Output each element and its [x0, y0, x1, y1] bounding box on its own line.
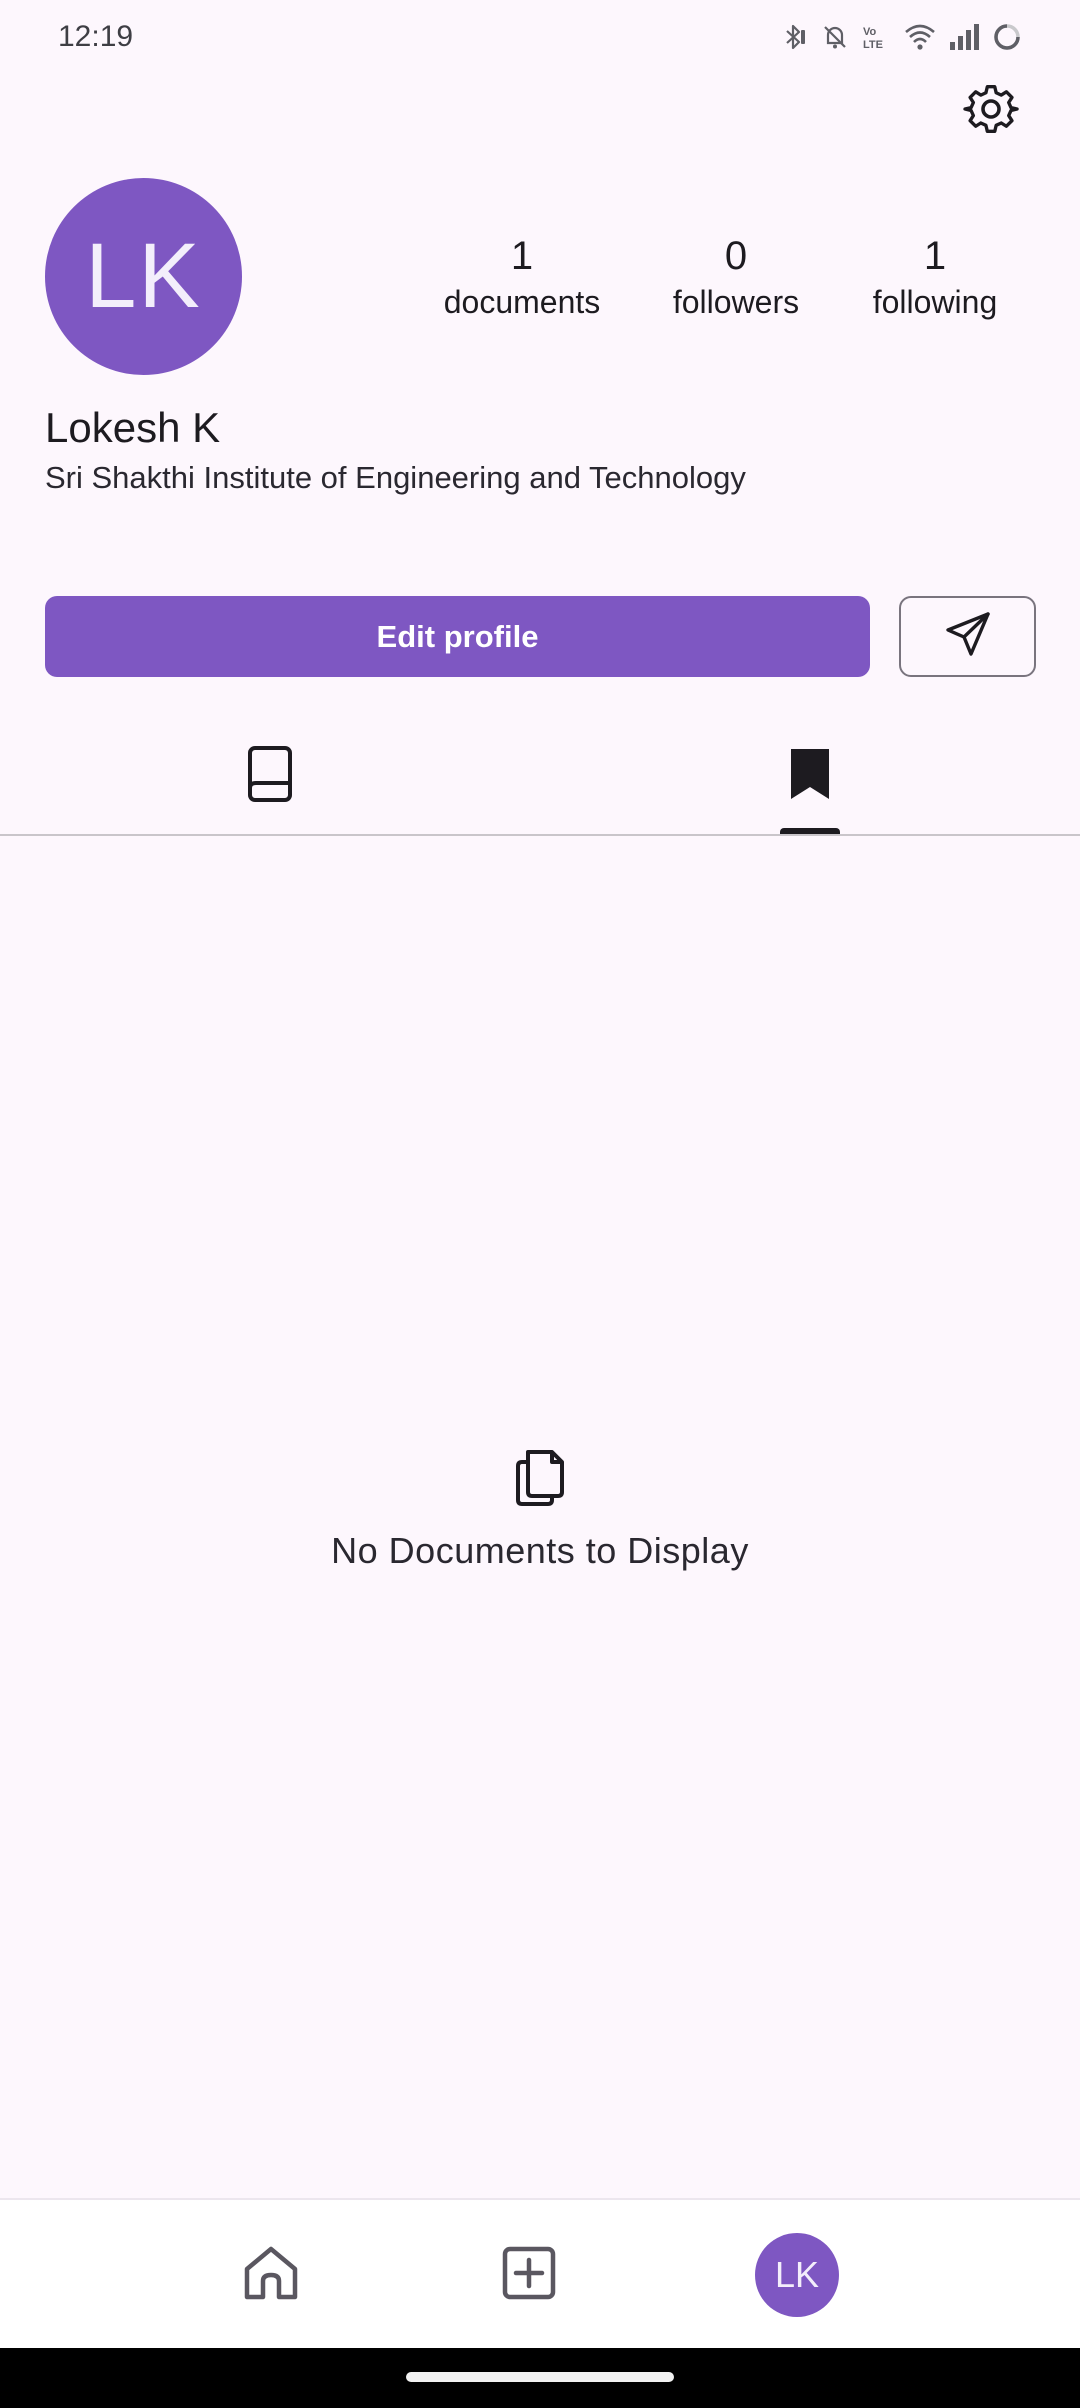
- tab-documents[interactable]: [0, 718, 540, 834]
- bookmark-icon: [787, 747, 833, 806]
- nav-avatar-initials: LK: [774, 2254, 820, 2295]
- edit-profile-label: Edit profile: [376, 618, 539, 654]
- nav-home[interactable]: [216, 2200, 326, 2350]
- status-icons: Vo LTE: [778, 22, 1022, 52]
- bottom-navigation: LK: [0, 2198, 1080, 2348]
- wifi-icon: [904, 22, 936, 52]
- tab-saved[interactable]: [540, 718, 1080, 834]
- signal-icon: [948, 22, 980, 52]
- profile-tabs: [0, 718, 1080, 836]
- avatar-initials: LK: [85, 225, 202, 327]
- stat-label: documents: [443, 284, 601, 320]
- stat-followers[interactable]: 0 followers: [626, 232, 846, 324]
- status-time: 12:19: [58, 20, 134, 53]
- profile-name: Lokesh K: [45, 404, 221, 451]
- gesture-navigation-bar: [0, 2348, 1080, 2408]
- stat-count: 0: [724, 234, 748, 278]
- send-icon: [942, 608, 994, 665]
- stat-count: 1: [923, 234, 947, 278]
- book-icon: [245, 745, 295, 808]
- stat-documents[interactable]: 1 documents: [412, 232, 632, 324]
- status-bar: 12:19 Vo LTE: [0, 0, 1080, 80]
- stat-following[interactable]: 1 following: [825, 232, 1045, 324]
- share-profile-button[interactable]: [899, 596, 1036, 677]
- empty-state-text: No Documents to Display: [331, 1530, 749, 1571]
- nav-avatar: LK: [755, 2233, 839, 2317]
- bluetooth-icon: [778, 22, 808, 52]
- edit-profile-button[interactable]: Edit profile: [45, 596, 870, 677]
- mute-icon: [820, 22, 850, 52]
- nav-profile[interactable]: LK: [742, 2200, 852, 2350]
- nav-create[interactable]: [474, 2200, 584, 2350]
- profile-organization: Sri Shakthi Institute of Engineering and…: [45, 460, 746, 495]
- empty-state: No Documents to Display: [0, 1448, 1080, 1572]
- home-gesture-handle[interactable]: [406, 2372, 674, 2382]
- add-icon: [501, 2245, 557, 2306]
- stat-count: 1: [510, 234, 534, 278]
- svg-text:Vo: Vo: [863, 26, 877, 38]
- svg-text:LTE: LTE: [863, 39, 883, 51]
- documents-icon: [510, 1448, 570, 1508]
- stat-label: following: [872, 284, 998, 320]
- home-icon: [241, 2243, 301, 2308]
- tab-divider: [0, 834, 1080, 836]
- gear-icon: [963, 81, 1019, 142]
- stat-label: followers: [672, 284, 800, 320]
- profile-avatar[interactable]: LK: [45, 178, 242, 375]
- volte-icon: Vo LTE: [862, 22, 892, 52]
- settings-button[interactable]: [956, 76, 1026, 146]
- profile-screen: 12:19 Vo LTE LK 1 documents 0 followers …: [0, 0, 1080, 2408]
- battery-icon: [992, 22, 1022, 52]
